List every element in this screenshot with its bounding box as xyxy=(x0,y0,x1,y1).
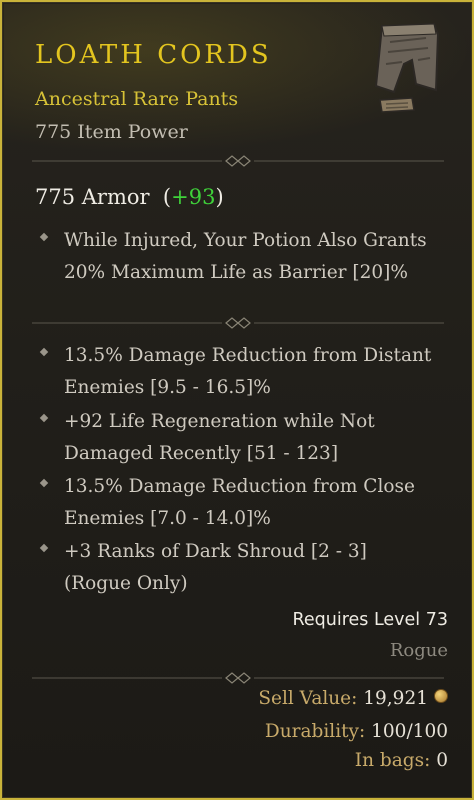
durability-row: Durability: 100/100 xyxy=(265,721,448,742)
armor-value: 775 Armor (+93) xyxy=(35,185,224,209)
affix-1: 13.5% Damage Reduction from Distant Enem… xyxy=(38,340,438,404)
gold-coin-icon xyxy=(434,689,448,703)
divider-top xyxy=(32,155,444,167)
divider-bottom xyxy=(32,672,444,684)
divider-middle xyxy=(32,317,444,329)
in-bags-label: In bags: xyxy=(354,750,431,771)
in-bags-row: In bags: 0 xyxy=(355,750,448,771)
sell-value-row: Sell Value: 19,921 xyxy=(258,688,448,709)
affix-text: While Injured, Your Potion Also Grants 2… xyxy=(64,230,427,283)
item-tooltip: LOATH CORDS Ancestral Rare Pants 775 Ite… xyxy=(0,0,474,800)
required-level: Requires Level 73 xyxy=(292,610,448,630)
item-type: Ancestral Rare Pants xyxy=(35,88,239,110)
affix-bullet-icon xyxy=(39,478,49,488)
sell-value: 19,921 xyxy=(363,688,428,709)
affix-4: +3 Ranks of Dark Shroud [2 - 3] (Rogue O… xyxy=(38,536,438,600)
affix-bullet-icon xyxy=(39,413,49,423)
affix-text: +3 Ranks of Dark Shroud [2 - 3] (Rogue O… xyxy=(64,541,367,594)
armor-delta: +93 xyxy=(171,185,216,209)
affix-bullet-icon xyxy=(39,232,49,242)
affix-3: 13.5% Damage Reduction from Close Enemie… xyxy=(38,471,438,535)
required-class: Rogue xyxy=(389,640,448,661)
affix-text: 13.5% Damage Reduction from Close Enemie… xyxy=(64,476,415,529)
affix-bullet-icon xyxy=(39,543,49,553)
durability-value: 100/100 xyxy=(371,721,448,742)
affix-2: +92 Life Regeneration while Not Damaged … xyxy=(38,406,438,470)
sell-value-label: Sell Value: xyxy=(258,688,358,709)
affix-bullet-icon xyxy=(39,347,49,357)
affix-text: +92 Life Regeneration while Not Damaged … xyxy=(64,411,375,464)
implicit-affix: While Injured, Your Potion Also Grants 2… xyxy=(38,225,438,289)
in-bags-value: 0 xyxy=(436,750,448,771)
durability-label: Durability: xyxy=(264,721,366,742)
armor-text: 775 Armor xyxy=(35,185,150,209)
affix-text: 13.5% Damage Reduction from Distant Enem… xyxy=(64,345,432,398)
item-name: LOATH CORDS xyxy=(35,40,272,70)
pants-icon xyxy=(374,22,440,113)
item-power: 775 Item Power xyxy=(35,121,188,143)
